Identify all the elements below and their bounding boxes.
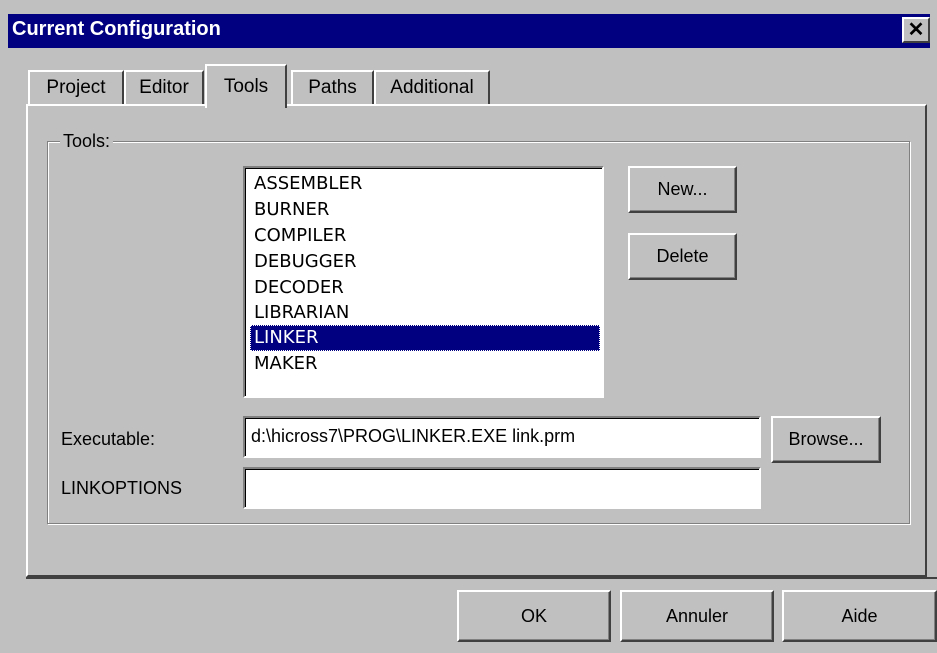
browse-button[interactable]: Browse... bbox=[771, 416, 881, 463]
ok-button[interactable]: OK bbox=[457, 590, 611, 642]
ok-button-label: OK bbox=[520, 605, 547, 626]
list-item[interactable]: DEBUGGER bbox=[250, 249, 600, 275]
tab-label: Editor bbox=[139, 77, 189, 98]
new-button-label: New... bbox=[657, 179, 708, 199]
separator bbox=[26, 577, 937, 579]
configuration-dialog: Current Configuration ✕ Project Editor T… bbox=[0, 0, 937, 653]
executable-label: Executable: bbox=[61, 429, 156, 449]
browse-button-label: Browse... bbox=[788, 429, 864, 449]
tab-label: Project bbox=[46, 77, 106, 98]
title-bar[interactable]: Current Configuration ✕ bbox=[8, 14, 930, 48]
close-button[interactable]: ✕ bbox=[902, 17, 930, 43]
list-item[interactable]: BURNER bbox=[250, 197, 600, 223]
close-icon: ✕ bbox=[907, 19, 925, 41]
help-button[interactable]: Aide bbox=[782, 590, 937, 642]
linkoptions-label: LINKOPTIONS bbox=[61, 478, 183, 498]
tab-paths[interactable]: Paths bbox=[291, 70, 374, 104]
delete-button[interactable]: Delete bbox=[628, 233, 737, 280]
delete-button-label: Delete bbox=[656, 246, 709, 266]
cancel-button-label: Annuler bbox=[665, 605, 729, 626]
list-item[interactable]: COMPILER bbox=[250, 223, 600, 249]
list-item[interactable]: LIBRARIAN bbox=[250, 300, 600, 326]
list-item[interactable]: DECODER bbox=[250, 275, 600, 301]
tools-group-label: Tools: bbox=[60, 131, 114, 152]
tab-project[interactable]: Project bbox=[28, 70, 124, 104]
list-item[interactable]: MAKER bbox=[250, 351, 600, 377]
linkoptions-field[interactable] bbox=[243, 467, 761, 509]
tools-listbox[interactable]: ASSEMBLER BURNER COMPILER DEBUGGER DECOD… bbox=[243, 166, 604, 398]
tab-additional[interactable]: Additional bbox=[374, 70, 490, 104]
list-item[interactable]: ASSEMBLER bbox=[250, 171, 600, 197]
window-title: Current Configuration bbox=[12, 18, 221, 40]
tab-label: Paths bbox=[308, 77, 357, 98]
tab-label: Additional bbox=[390, 77, 474, 98]
list-item-selected[interactable]: LINKER bbox=[250, 325, 600, 351]
active-tab-joint bbox=[207, 102, 285, 108]
cancel-button[interactable]: Annuler bbox=[620, 590, 774, 642]
new-button[interactable]: New... bbox=[628, 166, 737, 213]
help-button-label: Aide bbox=[841, 605, 878, 626]
tab-label: Tools bbox=[223, 76, 269, 97]
executable-field[interactable]: d:\hicross7\PROG\LINKER.EXE link.prm bbox=[243, 416, 761, 458]
tab-editor[interactable]: Editor bbox=[124, 70, 204, 104]
